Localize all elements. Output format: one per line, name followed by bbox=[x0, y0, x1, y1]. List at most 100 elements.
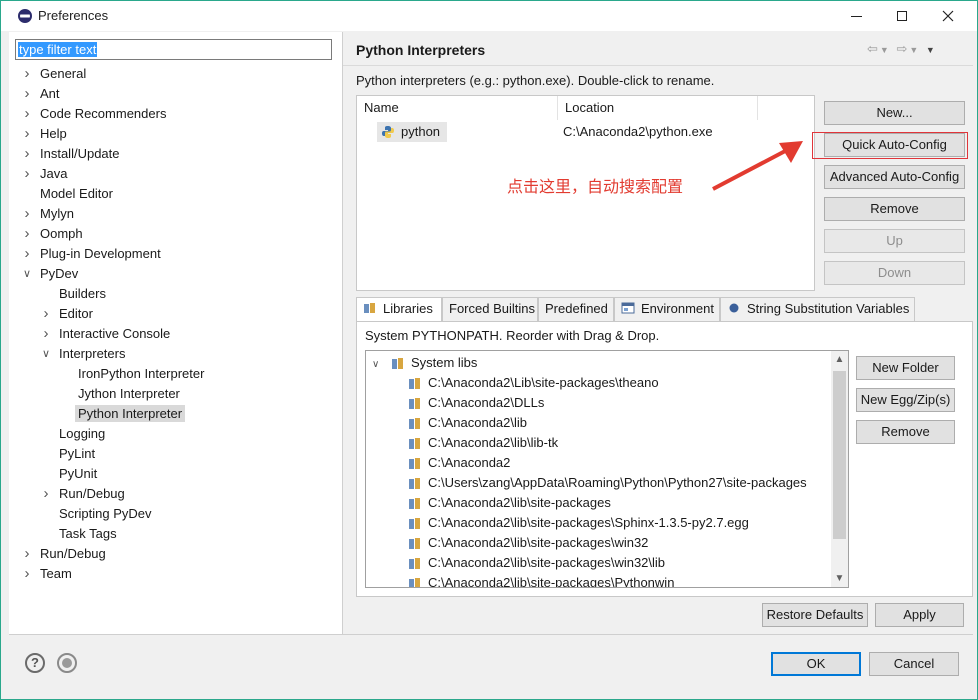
filter-input[interactable]: type filter text bbox=[15, 39, 332, 60]
tree-item[interactable]: › Oomph bbox=[20, 224, 86, 244]
apply-button[interactable]: Apply bbox=[875, 603, 964, 627]
tree-item[interactable]: PyLint bbox=[39, 444, 98, 464]
collapsed-chevron-icon[interactable]: › bbox=[20, 204, 34, 224]
tree-item[interactable]: Builders bbox=[39, 284, 109, 304]
tree-item[interactable]: ∨ Interpreters bbox=[39, 344, 128, 364]
library-path-item[interactable]: C:\Anaconda2\lib\site-packages\win32 bbox=[408, 533, 648, 553]
tab-string-substitution[interactable]: String Substitution Variables bbox=[720, 297, 915, 321]
collapsed-chevron-icon[interactable]: › bbox=[20, 224, 34, 244]
preferences-tree-pane: type filter text › General › Ant › Code Recom… bbox=[9, 32, 343, 634]
tab-environment[interactable]: Environment bbox=[614, 297, 720, 321]
tree-item[interactable]: › Code Recommenders bbox=[20, 104, 169, 124]
minimize-icon bbox=[850, 15, 862, 17]
collapse-chevron-icon[interactable]: ∨ bbox=[372, 359, 379, 370]
collapsed-chevron-icon[interactable]: › bbox=[39, 324, 53, 344]
tree-item[interactable]: › Editor bbox=[39, 304, 96, 324]
collapsed-chevron-icon[interactable]: › bbox=[20, 564, 34, 584]
remove-library-button[interactable]: Remove bbox=[856, 420, 955, 444]
system-libs-tree[interactable]: ∨ System libs C:\Anaconda2\Lib\site-pack… bbox=[365, 350, 849, 588]
restore-defaults-button[interactable]: Restore Defaults bbox=[762, 603, 868, 627]
cancel-button[interactable]: Cancel bbox=[869, 652, 959, 676]
forward-arrow-icon[interactable]: ⇨ bbox=[896, 41, 909, 56]
tree-item[interactable]: Logging bbox=[39, 424, 108, 444]
close-button[interactable] bbox=[925, 1, 971, 31]
tab-predefined[interactable]: Predefined bbox=[538, 297, 614, 321]
library-path-item[interactable]: C:\Anaconda2\Lib\site-packages\theano bbox=[408, 373, 659, 393]
tree-item[interactable]: › General bbox=[20, 64, 89, 84]
tree-item-label: IronPython Interpreter bbox=[78, 366, 205, 381]
tree-item[interactable]: Jython Interpreter bbox=[58, 384, 183, 404]
back-arrow-icon[interactable]: ⇦ bbox=[867, 41, 880, 56]
tree-item[interactable]: › Help bbox=[20, 124, 70, 144]
tree-item[interactable]: Python Interpreter bbox=[58, 404, 186, 424]
page-navigation[interactable]: ⇦▼ ⇨▼ ▼ bbox=[867, 41, 937, 57]
library-path-item[interactable]: C:\Anaconda2\lib\site-packages\win32\lib bbox=[408, 553, 665, 573]
library-path-item[interactable]: C:\Anaconda2 bbox=[408, 453, 510, 473]
expanded-chevron-icon[interactable]: ∨ bbox=[20, 264, 34, 284]
tab-libraries[interactable]: Libraries bbox=[356, 297, 442, 322]
tab-forced-builtins[interactable]: Forced Builtins bbox=[442, 297, 538, 321]
tree-item[interactable]: Scripting PyDev bbox=[39, 504, 154, 524]
tree-item[interactable]: › Java bbox=[20, 164, 70, 184]
library-folder-icon bbox=[409, 538, 420, 549]
tree-item-label: PyDev bbox=[40, 266, 79, 281]
record-dot bbox=[62, 658, 72, 668]
column-header-location[interactable]: Location bbox=[558, 96, 758, 120]
collapsed-chevron-icon[interactable]: › bbox=[39, 484, 53, 504]
tree-item[interactable]: PyUnit bbox=[39, 464, 100, 484]
collapsed-chevron-icon[interactable]: › bbox=[20, 164, 34, 184]
collapsed-chevron-icon[interactable]: › bbox=[20, 84, 34, 104]
collapsed-chevron-icon[interactable]: › bbox=[20, 64, 34, 84]
scroll-thumb[interactable] bbox=[833, 371, 846, 539]
tree-item[interactable]: IronPython Interpreter bbox=[58, 364, 207, 384]
tree-item[interactable]: › Team bbox=[20, 564, 75, 584]
tree-item[interactable]: › Mylyn bbox=[20, 204, 77, 224]
tree-item[interactable]: › Run/Debug bbox=[39, 484, 128, 504]
scroll-up-icon[interactable]: ▲ bbox=[831, 351, 848, 368]
tree-item[interactable]: ∨ PyDev bbox=[20, 264, 81, 284]
interpreter-name-cell[interactable]: python bbox=[377, 122, 447, 142]
library-path-item[interactable]: C:\Anaconda2\lib\site-packages\Pythonwin bbox=[408, 573, 674, 587]
tree-item[interactable]: › Run/Debug bbox=[20, 544, 109, 564]
forward-menu-chevron-icon[interactable]: ▼ bbox=[909, 45, 920, 55]
view-menu-icon[interactable]: ▼ bbox=[926, 45, 937, 55]
library-path-item[interactable]: C:\Anaconda2\lib\site-packages\Sphinx-1.… bbox=[408, 513, 749, 533]
minimize-button[interactable] bbox=[833, 1, 879, 31]
record-icon[interactable] bbox=[57, 653, 77, 673]
help-icon[interactable]: ? bbox=[25, 653, 45, 673]
tree-item-label: Code Recommenders bbox=[40, 106, 167, 121]
tree-item[interactable]: Model Editor bbox=[20, 184, 116, 204]
ok-button[interactable]: OK bbox=[771, 652, 861, 676]
system-libs-node[interactable]: ∨ System libs bbox=[372, 353, 477, 373]
tree-item[interactable]: Task Tags bbox=[39, 524, 120, 544]
library-path-item[interactable]: C:\Users\zang\AppData\Roaming\Python\Pyt… bbox=[408, 473, 807, 493]
new-interpreter-button[interactable]: New... bbox=[824, 101, 965, 125]
collapsed-chevron-icon[interactable]: › bbox=[20, 144, 34, 164]
move-up-button[interactable]: Up bbox=[824, 229, 965, 253]
tree-item[interactable]: › Plug-in Development bbox=[20, 244, 164, 264]
expanded-chevron-icon[interactable]: ∨ bbox=[39, 344, 53, 364]
new-egg-zip-button[interactable]: New Egg/Zip(s) bbox=[856, 388, 955, 412]
libs-scrollbar[interactable]: ▲ ▼ bbox=[831, 351, 848, 587]
library-path-item[interactable]: C:\Anaconda2\lib bbox=[408, 413, 527, 433]
back-menu-chevron-icon[interactable]: ▼ bbox=[880, 45, 891, 55]
tree-item[interactable]: › Ant bbox=[20, 84, 63, 104]
scroll-down-icon[interactable]: ▼ bbox=[831, 570, 848, 587]
collapsed-chevron-icon[interactable]: › bbox=[20, 124, 34, 144]
tree-item[interactable]: › Install/Update bbox=[20, 144, 123, 164]
library-path-item[interactable]: C:\Anaconda2\DLLs bbox=[408, 393, 544, 413]
library-folder-icon bbox=[409, 438, 420, 449]
move-down-button[interactable]: Down bbox=[824, 261, 965, 285]
collapsed-chevron-icon[interactable]: › bbox=[20, 244, 34, 264]
library-path-item[interactable]: C:\Anaconda2\lib\lib-tk bbox=[408, 433, 558, 453]
maximize-button[interactable] bbox=[879, 1, 925, 31]
new-folder-button[interactable]: New Folder bbox=[856, 356, 955, 380]
remove-interpreter-button[interactable]: Remove bbox=[824, 197, 965, 221]
tree-item[interactable]: › Interactive Console bbox=[39, 324, 173, 344]
collapsed-chevron-icon[interactable]: › bbox=[20, 104, 34, 124]
advanced-auto-config-button[interactable]: Advanced Auto-Config bbox=[824, 165, 965, 189]
collapsed-chevron-icon[interactable]: › bbox=[39, 304, 53, 324]
collapsed-chevron-icon[interactable]: › bbox=[20, 544, 34, 564]
column-header-name[interactable]: Name bbox=[357, 96, 558, 120]
library-path-item[interactable]: C:\Anaconda2\lib\site-packages bbox=[408, 493, 611, 513]
